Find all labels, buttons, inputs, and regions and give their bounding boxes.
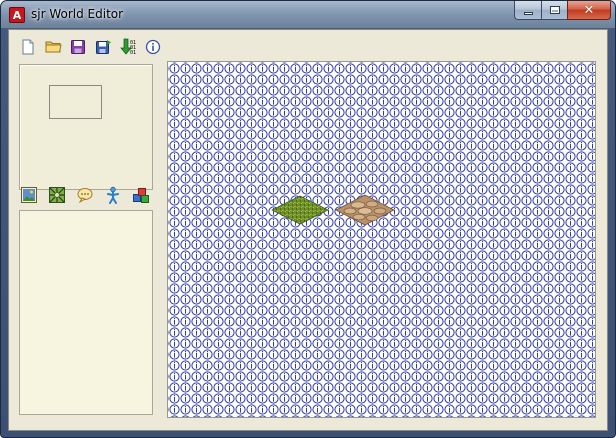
object-list-panel[interactable] <box>19 210 153 415</box>
save-as-icon <box>95 40 111 54</box>
character-button[interactable] <box>101 183 125 207</box>
save-button[interactable] <box>67 36 89 58</box>
window-title: sjr World Editor <box>31 7 124 21</box>
objects-shapes-icon <box>133 188 149 203</box>
stone-tile-icon[interactable] <box>334 193 396 227</box>
speech-bubble-button[interactable] <box>73 183 97 207</box>
app-window: A sjr World Editor ✕ 01 01 01 <box>0 0 616 438</box>
speech-bubble-icon <box>77 188 93 204</box>
caption-buttons: ✕ <box>514 1 611 21</box>
terrain-map-button[interactable] <box>45 183 69 207</box>
maximize-button[interactable] <box>541 1 567 20</box>
minimize-icon <box>523 11 533 15</box>
palette-toolbar <box>17 183 153 207</box>
new-file-button[interactable] <box>17 36 39 58</box>
app-icon[interactable]: A <box>9 7 25 23</box>
minimap-viewport-rect[interactable] <box>49 85 102 119</box>
maximize-icon <box>549 6 560 14</box>
save-as-button[interactable] <box>92 36 114 58</box>
open-folder-button[interactable] <box>42 36 64 58</box>
info-button[interactable] <box>142 36 164 58</box>
minimize-button[interactable] <box>514 1 541 20</box>
main-toolbar: 01 01 01 <box>17 36 164 58</box>
client-area: 01 01 01 <box>8 29 608 431</box>
character-icon <box>107 186 119 204</box>
app-icon-glyph: A <box>12 8 22 22</box>
grass-tile-icon[interactable] <box>270 194 330 226</box>
tile-picture-button[interactable] <box>17 183 41 207</box>
new-file-icon <box>22 39 34 55</box>
map-canvas[interactable] <box>167 61 596 418</box>
save-icon <box>71 40 85 54</box>
svg-text:01: 01 <box>130 50 136 56</box>
close-icon: ✕ <box>583 2 595 18</box>
title-bar[interactable]: A sjr World Editor ✕ <box>1 1 615 29</box>
info-icon <box>145 39 161 55</box>
export-binary-icon: 01 01 01 <box>120 38 136 56</box>
status-bar <box>9 418 607 430</box>
minimap-panel[interactable] <box>19 64 153 190</box>
terrain-map-icon <box>49 187 65 203</box>
export-binary-button[interactable]: 01 01 01 <box>117 36 139 58</box>
tile-picture-icon <box>21 187 37 203</box>
open-folder-icon <box>45 41 62 53</box>
objects-button[interactable] <box>129 183 153 207</box>
close-button[interactable]: ✕ <box>567 1 611 20</box>
info-circle-icon[interactable] <box>168 62 595 417</box>
